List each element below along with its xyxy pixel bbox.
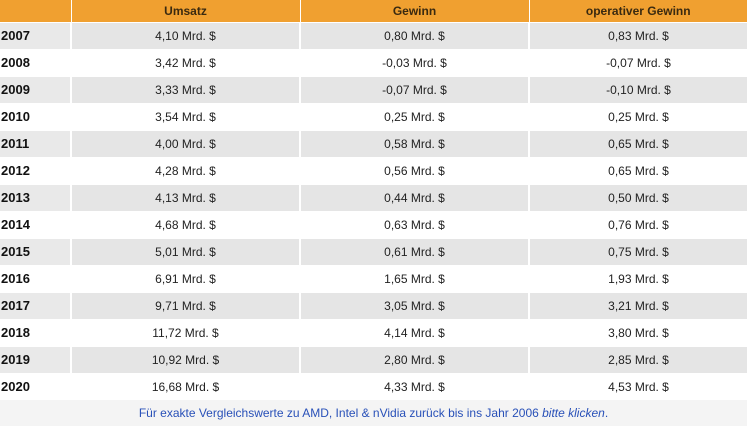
operating-profit-cell: 4,53 Mrd. $: [529, 372, 747, 400]
year-cell: 2020: [0, 372, 72, 400]
operating-profit-cell: -0,10 Mrd. $: [529, 75, 747, 103]
year-cell: 2010: [0, 102, 72, 130]
year-cell: 2007: [0, 21, 72, 49]
header-revenue: Umsatz: [71, 0, 301, 22]
year-cell: 2019: [0, 345, 72, 373]
revenue-cell: 4,28 Mrd. $: [71, 156, 301, 184]
footer-link[interactable]: bitte klicken: [542, 406, 605, 420]
table-row: 2017 9,71 Mrd. $3,05 Mrd. $3,21 Mrd. $: [0, 291, 747, 319]
profit-cell: 0,25 Mrd. $: [300, 102, 530, 130]
year-cell: 2009: [0, 75, 72, 103]
year-cell: 2017: [0, 291, 72, 319]
table-row: 2015 5,01 Mrd. $0,61 Mrd. $0,75 Mrd. $: [0, 237, 747, 265]
operating-profit-cell: 3,80 Mrd. $: [529, 318, 747, 346]
header-year: [0, 0, 72, 22]
operating-profit-cell: 0,25 Mrd. $: [529, 102, 747, 130]
operating-profit-cell: 0,65 Mrd. $: [529, 129, 747, 157]
profit-cell: 4,14 Mrd. $: [300, 318, 530, 346]
profit-cell: -0,03 Mrd. $: [300, 48, 530, 76]
year-cell: 2011: [0, 129, 72, 157]
header-profit: Gewinn: [300, 0, 530, 22]
operating-profit-cell: 1,93 Mrd. $: [529, 264, 747, 292]
profit-cell: 1,65 Mrd. $: [300, 264, 530, 292]
operating-profit-cell: 0,65 Mrd. $: [529, 156, 747, 184]
revenue-cell: 3,54 Mrd. $: [71, 102, 301, 130]
profit-cell: 3,05 Mrd. $: [300, 291, 530, 319]
table-row: 2007 4,10 Mrd. $0,80 Mrd. $0,83 Mrd. $: [0, 21, 747, 49]
year-cell: 2008: [0, 48, 72, 76]
table-row: 2010 3,54 Mrd. $0,25 Mrd. $0,25 Mrd. $: [0, 102, 747, 130]
operating-profit-cell: 2,85 Mrd. $: [529, 345, 747, 373]
operating-profit-cell: -0,07 Mrd. $: [529, 48, 747, 76]
operating-profit-cell: 0,76 Mrd. $: [529, 210, 747, 238]
profit-cell: 0,56 Mrd. $: [300, 156, 530, 184]
profit-cell: 0,58 Mrd. $: [300, 129, 530, 157]
profit-cell: 2,80 Mrd. $: [300, 345, 530, 373]
revenue-cell: 4,10 Mrd. $: [71, 21, 301, 49]
operating-profit-cell: 0,75 Mrd. $: [529, 237, 747, 265]
revenue-cell: 4,13 Mrd. $: [71, 183, 301, 211]
footer-suffix: .: [604, 406, 609, 420]
year-cell: 2013: [0, 183, 72, 211]
revenue-cell: 9,71 Mrd. $: [71, 291, 301, 319]
table-row: 2011 4,00 Mrd. $0,58 Mrd. $0,65 Mrd. $: [0, 129, 747, 157]
revenue-cell: 4,00 Mrd. $: [71, 129, 301, 157]
financials-table: Umsatz Gewinn operativer Gewinn 2007 4,10…: [0, 0, 747, 400]
revenue-cell: 6,91 Mrd. $: [71, 264, 301, 292]
table-row: 2009 3,33 Mrd. $ -0,07 Mrd. $ -0,10 Mrd. $: [0, 75, 747, 103]
profit-cell: 0,63 Mrd. $: [300, 210, 530, 238]
revenue-cell: 3,42 Mrd. $: [71, 48, 301, 76]
footer-note[interactable]: Für exakte Vergleichswerte zu AMD, Intel…: [0, 400, 747, 426]
revenue-cell: 10,92 Mrd. $: [71, 345, 301, 373]
table-row: 2014 4,68 Mrd. $0,63 Mrd. $0,76 Mrd. $: [0, 210, 747, 238]
profit-cell: 4,33 Mrd. $: [300, 372, 530, 400]
table-row: 2012 4,28 Mrd. $0,56 Mrd. $0,65 Mrd. $: [0, 156, 747, 184]
revenue-cell: 11,72 Mrd. $: [71, 318, 301, 346]
revenue-cell: 3,33 Mrd. $: [71, 75, 301, 103]
table-row: 2013 4,13 Mrd. $0,44 Mrd. $0,50 Mrd. $: [0, 183, 747, 211]
year-cell: 2015: [0, 237, 72, 265]
footer-text: Für exakte Vergleichswerte zu AMD, Intel…: [138, 406, 543, 420]
operating-profit-cell: 3,21 Mrd. $: [529, 291, 747, 319]
year-cell: 2014: [0, 210, 72, 238]
revenue-cell: 4,68 Mrd. $: [71, 210, 301, 238]
revenue-cell: 16,68 Mrd. $: [71, 372, 301, 400]
year-cell: 2018: [0, 318, 72, 346]
profit-cell: -0,07 Mrd. $: [300, 75, 530, 103]
table-header-row: Umsatz Gewinn operativer Gewinn: [0, 0, 747, 22]
table-row: 2016 6,91 Mrd. $1,65 Mrd. $1,93 Mrd. $: [0, 264, 747, 292]
revenue-cell: 5,01 Mrd. $: [71, 237, 301, 265]
table-row: 2019 10,92 Mrd. $2,80 Mrd. $2,85 Mrd. $: [0, 345, 747, 373]
profit-cell: 0,61 Mrd. $: [300, 237, 530, 265]
operating-profit-cell: 0,50 Mrd. $: [529, 183, 747, 211]
header-operating-profit: operativer Gewinn: [529, 0, 747, 22]
year-cell: 2016: [0, 264, 72, 292]
operating-profit-cell: 0,83 Mrd. $: [529, 21, 747, 49]
profit-cell: 0,44 Mrd. $: [300, 183, 530, 211]
year-cell: 2012: [0, 156, 72, 184]
profit-cell: 0,80 Mrd. $: [300, 21, 530, 49]
table-row: 2008 3,42 Mrd. $ -0,03 Mrd. $ -0,07 Mrd. $: [0, 48, 747, 76]
table-row: 2018 11,72 Mrd. $4,14 Mrd. $3,80 Mrd. $: [0, 318, 747, 346]
table-row: 2020 16,68 Mrd. $4,33 Mrd. $4,53 Mrd. $: [0, 372, 747, 400]
